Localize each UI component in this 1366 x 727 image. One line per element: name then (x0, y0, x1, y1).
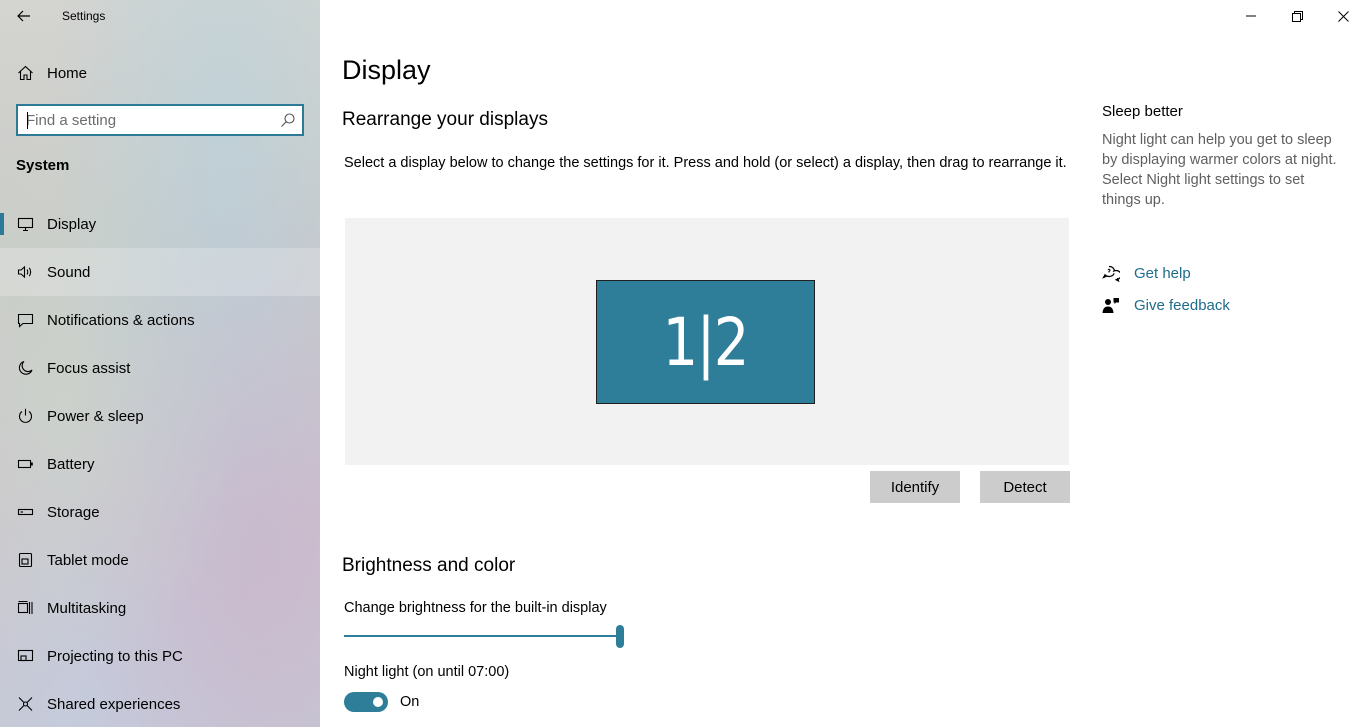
detect-button[interactable]: Detect (980, 471, 1070, 503)
sidebar-item-projecting[interactable]: Projecting to this PC (0, 632, 320, 680)
sidebar-item-label: Sound (47, 263, 91, 281)
sidebar-item-label: Projecting to this PC (47, 647, 183, 665)
identify-button[interactable]: Identify (870, 471, 960, 503)
sidebar: Settings Home System Display (0, 0, 320, 727)
sleep-better-title: Sleep better (1102, 103, 1183, 120)
night-light-label: Night light (on until 07:00) (344, 664, 510, 680)
home-icon (16, 64, 34, 82)
sidebar-item-home[interactable]: Home (0, 55, 320, 91)
sidebar-item-battery[interactable]: Battery (0, 440, 320, 488)
brightness-label: Change brightness for the built-in displ… (344, 600, 607, 616)
toggle-knob (373, 697, 383, 707)
sidebar-item-label: Multitasking (47, 599, 127, 617)
sidebar-item-label: Storage (47, 503, 100, 521)
rearrange-heading: Rearrange your displays (342, 109, 548, 130)
sidebar-item-label: Focus assist (47, 359, 131, 377)
tablet-icon (16, 551, 34, 569)
sidebar-item-label: Display (47, 215, 97, 233)
projecting-icon (16, 647, 34, 665)
slider-thumb[interactable] (616, 625, 624, 648)
sidebar-item-focus-assist[interactable]: Focus assist (0, 344, 320, 392)
sidebar-item-label: Battery (47, 455, 95, 473)
battery-icon (16, 455, 34, 473)
moon-icon (16, 359, 34, 377)
give-feedback-link[interactable]: Give feedback (1102, 294, 1230, 316)
sidebar-item-multitasking[interactable]: Multitasking (0, 584, 320, 632)
page-title: Display (342, 55, 431, 85)
sidebar-item-display[interactable]: Display (0, 200, 320, 248)
back-arrow-icon (17, 10, 30, 22)
night-light-state: On (400, 694, 420, 710)
search-input[interactable] (26, 106, 276, 134)
feedback-person-icon (1102, 296, 1120, 314)
main-content: Display Rearrange your displays Select a… (320, 0, 1100, 727)
sidebar-item-label: Notifications & actions (47, 311, 195, 329)
back-button[interactable] (10, 4, 38, 28)
get-help-label: Get help (1134, 264, 1191, 282)
sidebar-item-label: Power & sleep (47, 407, 144, 425)
sidebar-item-label: Shared experiences (47, 695, 181, 713)
shared-icon (16, 695, 34, 713)
related-panel: Sleep better Night light can help you ge… (1102, 0, 1352, 727)
home-label: Home (47, 64, 88, 82)
monitor-number: 1|2 (662, 303, 750, 381)
give-feedback-label: Give feedback (1134, 296, 1230, 314)
sidebar-item-storage[interactable]: Storage (0, 488, 320, 536)
display-arrangement-area[interactable]: 1|2 (345, 218, 1069, 465)
sidebar-item-power-sleep[interactable]: Power & sleep (0, 392, 320, 440)
multitasking-icon (16, 599, 34, 617)
brightness-heading: Brightness and color (342, 555, 516, 576)
brightness-slider[interactable] (344, 625, 626, 649)
text-caret (27, 112, 28, 129)
sidebar-item-sound[interactable]: Sound (0, 248, 320, 296)
monitor-icon (16, 215, 34, 233)
title-bar: Settings (0, 0, 320, 33)
sidebar-item-label: Tablet mode (47, 551, 129, 569)
display-monitor-tile[interactable]: 1|2 (596, 280, 815, 404)
get-help-link[interactable]: Get help (1102, 262, 1191, 284)
section-title: System (16, 157, 70, 174)
app-title: Settings (62, 9, 106, 23)
storage-icon (16, 503, 34, 521)
search-icon[interactable] (280, 112, 296, 128)
night-light-toggle[interactable] (344, 692, 388, 712)
rearrange-description: Select a display below to change the set… (344, 155, 1067, 171)
help-chat-icon (1102, 264, 1120, 282)
sleep-better-text: Night light can help you get to sleep by… (1102, 132, 1337, 208)
power-icon (16, 407, 34, 425)
notification-icon (16, 311, 34, 329)
sidebar-nav: Display Sound Notifications & actions Fo… (0, 200, 320, 727)
speaker-icon (16, 263, 34, 281)
slider-fill (344, 635, 620, 637)
sidebar-item-notifications[interactable]: Notifications & actions (0, 296, 320, 344)
sidebar-item-shared-experiences[interactable]: Shared experiences (0, 680, 320, 727)
sidebar-item-tablet-mode[interactable]: Tablet mode (0, 536, 320, 584)
search-box[interactable] (16, 104, 304, 136)
